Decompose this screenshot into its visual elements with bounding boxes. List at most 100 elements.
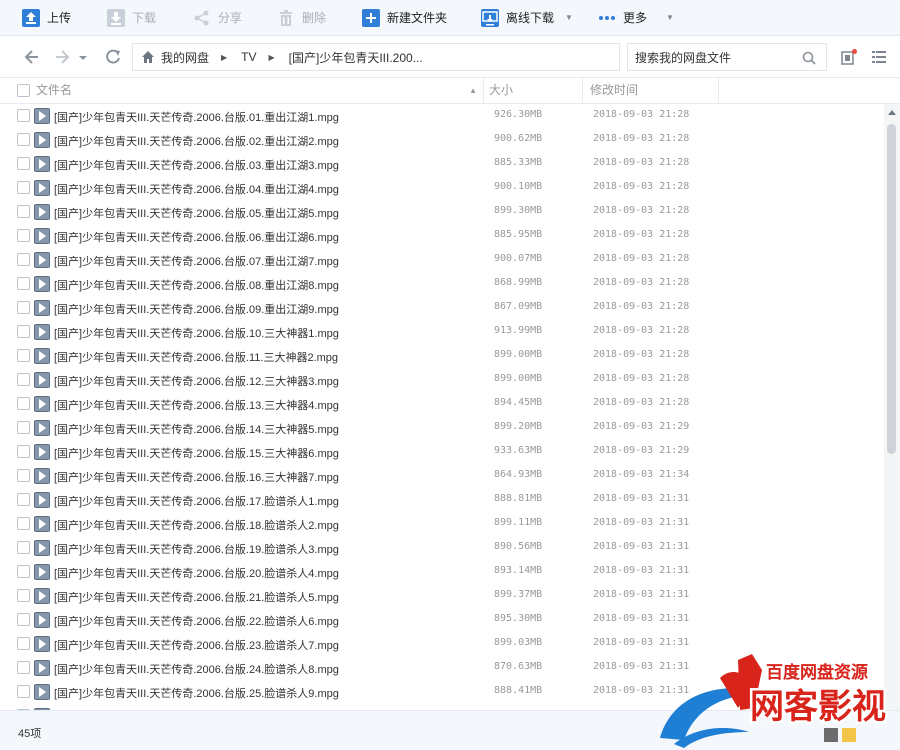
file-row[interactable]: [国产]少年包青天III.天芒传奇.2006.台版.05.重出江湖5.mpg 89… bbox=[0, 200, 884, 224]
download-button[interactable]: 下载 bbox=[107, 5, 156, 30]
breadcrumb-current[interactable]: [国产]少年包青天III.200... bbox=[289, 49, 423, 66]
file-name[interactable]: [国产]少年包青天III.天芒传奇.2006.台版.06.重出江湖6.mpg bbox=[54, 229, 339, 245]
file-checkbox[interactable] bbox=[17, 157, 30, 170]
new-folder-button[interactable]: 新建文件夹 bbox=[362, 5, 447, 30]
more-button[interactable]: 更多 ▼ bbox=[598, 5, 674, 30]
file-name[interactable]: [国产]少年包青天III.天芒传奇.2006.台版.07.重出江湖7.mpg bbox=[54, 253, 339, 269]
file-row[interactable]: [国产]少年包青天III.天芒传奇.2006.台版.09.重出江湖9.mpg 86… bbox=[0, 296, 884, 320]
file-name[interactable]: [国产]少年包青天III.天芒传奇.2006.台版.16.三大神器7.mpg bbox=[54, 469, 339, 485]
breadcrumb-folder[interactable]: TV bbox=[241, 50, 256, 64]
file-checkbox[interactable] bbox=[17, 301, 30, 314]
file-name[interactable]: [国产]少年包青天III.天芒传奇.2006.台版.25.脸谱杀人9.mpg bbox=[54, 685, 339, 701]
scroll-up-arrow-icon[interactable] bbox=[888, 110, 896, 115]
more-label: 更多 bbox=[623, 11, 648, 25]
file-name[interactable]: [国产]少年包青天III.天芒传奇.2006.台版.20.脸谱杀人4.mpg bbox=[54, 565, 339, 581]
file-name[interactable]: [国产]少年包青天III.天芒传奇.2006.台版.23.脸谱杀人7.mpg bbox=[54, 637, 339, 653]
file-checkbox[interactable] bbox=[17, 565, 30, 578]
column-size[interactable]: 大小 bbox=[489, 78, 583, 103]
file-checkbox[interactable] bbox=[17, 445, 30, 458]
file-name[interactable]: [国产]少年包青天III.天芒传奇.2006.台版.22.脸谱杀人6.mpg bbox=[54, 613, 339, 629]
file-checkbox[interactable] bbox=[17, 397, 30, 410]
file-checkbox[interactable] bbox=[17, 229, 30, 242]
file-name[interactable]: [国产]少年包青天III.天芒传奇.2006.台版.03.重出江湖3.mpg bbox=[54, 157, 339, 173]
file-checkbox[interactable] bbox=[17, 349, 30, 362]
file-row[interactable]: [国产]少年包青天III.天芒传奇.2006.台版.21.脸谱杀人5.mpg 89… bbox=[0, 584, 884, 608]
file-row[interactable]: [国产]少年包青天III.天芒传奇.2006.台版.01.重出江湖1.mpg 92… bbox=[0, 104, 884, 128]
file-name[interactable]: [国产]少年包青天III.天芒传奇.2006.台版.14.三大神器5.mpg bbox=[54, 421, 339, 437]
video-file-icon bbox=[34, 324, 50, 340]
breadcrumb-root[interactable]: 我的网盘 bbox=[161, 49, 209, 66]
file-checkbox[interactable] bbox=[17, 277, 30, 290]
file-name[interactable]: [国产]少年包青天III.天芒传奇.2006.台版.01.重出江湖1.mpg bbox=[54, 109, 339, 125]
file-name[interactable]: [国产]少年包青天III.天芒传奇.2006.台版.11.三大神器2.mpg bbox=[54, 349, 338, 365]
file-name[interactable]: [国产]少年包青天III.天芒传奇.2006.台版.08.重出江湖8.mpg bbox=[54, 277, 339, 293]
file-name[interactable]: [国产]少年包青天III.天芒传奇.2006.台版.21.脸谱杀人5.mpg bbox=[54, 589, 339, 605]
file-checkbox[interactable] bbox=[17, 637, 30, 650]
file-row[interactable]: [国产]少年包青天III.天芒传奇.2006.台版.07.重出江湖7.mpg 90… bbox=[0, 248, 884, 272]
file-row[interactable]: [国产]少年包青天III.天芒传奇.2006.台版.14.三大神器5.mpg 89… bbox=[0, 416, 884, 440]
column-name[interactable]: 文件名 ▲ bbox=[36, 78, 484, 103]
file-row[interactable]: [国产]少年包青天III.天芒传奇.2006.台版.20.脸谱杀人4.mpg 89… bbox=[0, 560, 884, 584]
column-modified[interactable]: 修改时间 bbox=[590, 78, 719, 103]
file-row[interactable]: [国产]少年包青天III.天芒传奇.2006.台版.11.三大神器2.mpg 89… bbox=[0, 344, 884, 368]
file-name[interactable]: [国产]少年包青天III.天芒传奇.2006.台版.12.三大神器3.mpg bbox=[54, 373, 339, 389]
file-name[interactable]: [国产]少年包青天III.天芒传奇.2006.台版.13.三大神器4.mpg bbox=[54, 397, 339, 413]
file-checkbox[interactable] bbox=[17, 685, 30, 698]
search-icon[interactable] bbox=[802, 51, 816, 65]
file-row[interactable]: [国产]少年包青天III.天芒传奇.2006.台版.10.三大神器1.mpg 91… bbox=[0, 320, 884, 344]
search-input[interactable] bbox=[635, 49, 795, 66]
file-checkbox[interactable] bbox=[17, 541, 30, 554]
forward-arrow-icon[interactable] bbox=[52, 47, 72, 67]
thumbnail-view-icon[interactable] bbox=[841, 49, 857, 65]
file-checkbox[interactable] bbox=[17, 613, 30, 626]
history-dropdown-icon[interactable] bbox=[76, 47, 90, 67]
upload-button[interactable]: 上传 bbox=[22, 5, 71, 30]
file-row[interactable]: [国产]少年包青天III.天芒传奇.2006.台版.19.脸谱杀人3.mpg 89… bbox=[0, 536, 884, 560]
file-name[interactable]: [国产]少年包青天III.天芒传奇.2006.台版.04.重出江湖4.mpg bbox=[54, 181, 339, 197]
file-checkbox[interactable] bbox=[17, 493, 30, 506]
file-checkbox[interactable] bbox=[17, 661, 30, 674]
file-checkbox[interactable] bbox=[17, 589, 30, 602]
file-name[interactable]: [国产]少年包青天III.天芒传奇.2006.台版.18.脸谱杀人2.mpg bbox=[54, 517, 339, 533]
file-checkbox[interactable] bbox=[17, 325, 30, 338]
file-name[interactable]: [国产]少年包青天III.天芒传奇.2006.台版.19.脸谱杀人3.mpg bbox=[54, 541, 339, 557]
file-checkbox[interactable] bbox=[17, 517, 30, 530]
back-arrow-icon[interactable] bbox=[22, 47, 42, 67]
offline-download-button[interactable]: 离线下载 ▼ bbox=[481, 5, 573, 30]
select-all-checkbox[interactable] bbox=[17, 84, 30, 97]
file-row[interactable]: [国产]少年包青天III.天芒传奇.2006.台版.12.三大神器3.mpg 89… bbox=[0, 368, 884, 392]
file-checkbox[interactable] bbox=[17, 469, 30, 482]
file-name[interactable]: [国产]少年包青天III.天芒传奇.2006.台版.15.三大神器6.mpg bbox=[54, 445, 339, 461]
file-checkbox[interactable] bbox=[17, 109, 30, 122]
file-checkbox[interactable] bbox=[17, 421, 30, 434]
list-view-icon[interactable] bbox=[871, 49, 887, 65]
home-icon[interactable] bbox=[141, 50, 155, 64]
file-row[interactable]: [国产]少年包青天III.天芒传奇.2006.台版.03.重出江湖3.mpg 88… bbox=[0, 152, 884, 176]
file-row[interactable]: [国产]少年包青天III.天芒传奇.2006.台版.04.重出江湖4.mpg 90… bbox=[0, 176, 884, 200]
scrollbar[interactable] bbox=[884, 104, 900, 710]
file-name[interactable]: [国产]少年包青天III.天芒传奇.2006.台版.10.三大神器1.mpg bbox=[54, 325, 339, 341]
scroll-thumb[interactable] bbox=[887, 124, 896, 454]
file-name[interactable]: [国产]少年包青天III.天芒传奇.2006.台版.05.重出江湖5.mpg bbox=[54, 205, 339, 221]
file-name[interactable]: [国产]少年包青天III.天芒传奇.2006.台版.02.重出江湖2.mpg bbox=[54, 133, 339, 149]
file-row[interactable]: [国产]少年包青天III.天芒传奇.2006.台版.13.三大神器4.mpg 89… bbox=[0, 392, 884, 416]
file-checkbox[interactable] bbox=[17, 253, 30, 266]
file-name[interactable]: [国产]少年包青天III.天芒传奇.2006.台版.17.脸谱杀人1.mpg bbox=[54, 493, 339, 509]
file-row[interactable]: [国产]少年包青天III.天芒传奇.2006.台版.08.重出江湖8.mpg 86… bbox=[0, 272, 884, 296]
file-checkbox[interactable] bbox=[17, 373, 30, 386]
file-name[interactable]: [国产]少年包青天III.天芒传奇.2006.台版.24.脸谱杀人8.mpg bbox=[54, 661, 339, 677]
file-row[interactable]: [国产]少年包青天III.天芒传奇.2006.台版.06.重出江湖6.mpg 88… bbox=[0, 224, 884, 248]
file-checkbox[interactable] bbox=[17, 205, 30, 218]
delete-button[interactable]: 删除 bbox=[277, 5, 326, 30]
file-row[interactable]: [国产]少年包青天III.天芒传奇.2006.台版.18.脸谱杀人2.mpg 89… bbox=[0, 512, 884, 536]
file-row[interactable]: [国产]少年包青天III.天芒传奇.2006.台版.02.重出江湖2.mpg 90… bbox=[0, 128, 884, 152]
file-row[interactable]: [国产]少年包青天III.天芒传奇.2006.台版.15.三大神器6.mpg 93… bbox=[0, 440, 884, 464]
refresh-icon[interactable] bbox=[103, 47, 123, 67]
file-checkbox[interactable] bbox=[17, 133, 30, 146]
file-name[interactable]: [国产]少年包青天III.天芒传奇.2006.台版.09.重出江湖9.mpg bbox=[54, 301, 339, 317]
file-row[interactable]: [国产]少年包青天III.天芒传奇.2006.台版.22.脸谱杀人6.mpg 89… bbox=[0, 608, 884, 632]
file-checkbox[interactable] bbox=[17, 181, 30, 194]
share-button[interactable]: 分享 bbox=[193, 5, 242, 30]
file-row[interactable]: [国产]少年包青天III.天芒传奇.2006.台版.16.三大神器7.mpg 86… bbox=[0, 464, 884, 488]
file-row[interactable]: [国产]少年包青天III.天芒传奇.2006.台版.17.脸谱杀人1.mpg 88… bbox=[0, 488, 884, 512]
